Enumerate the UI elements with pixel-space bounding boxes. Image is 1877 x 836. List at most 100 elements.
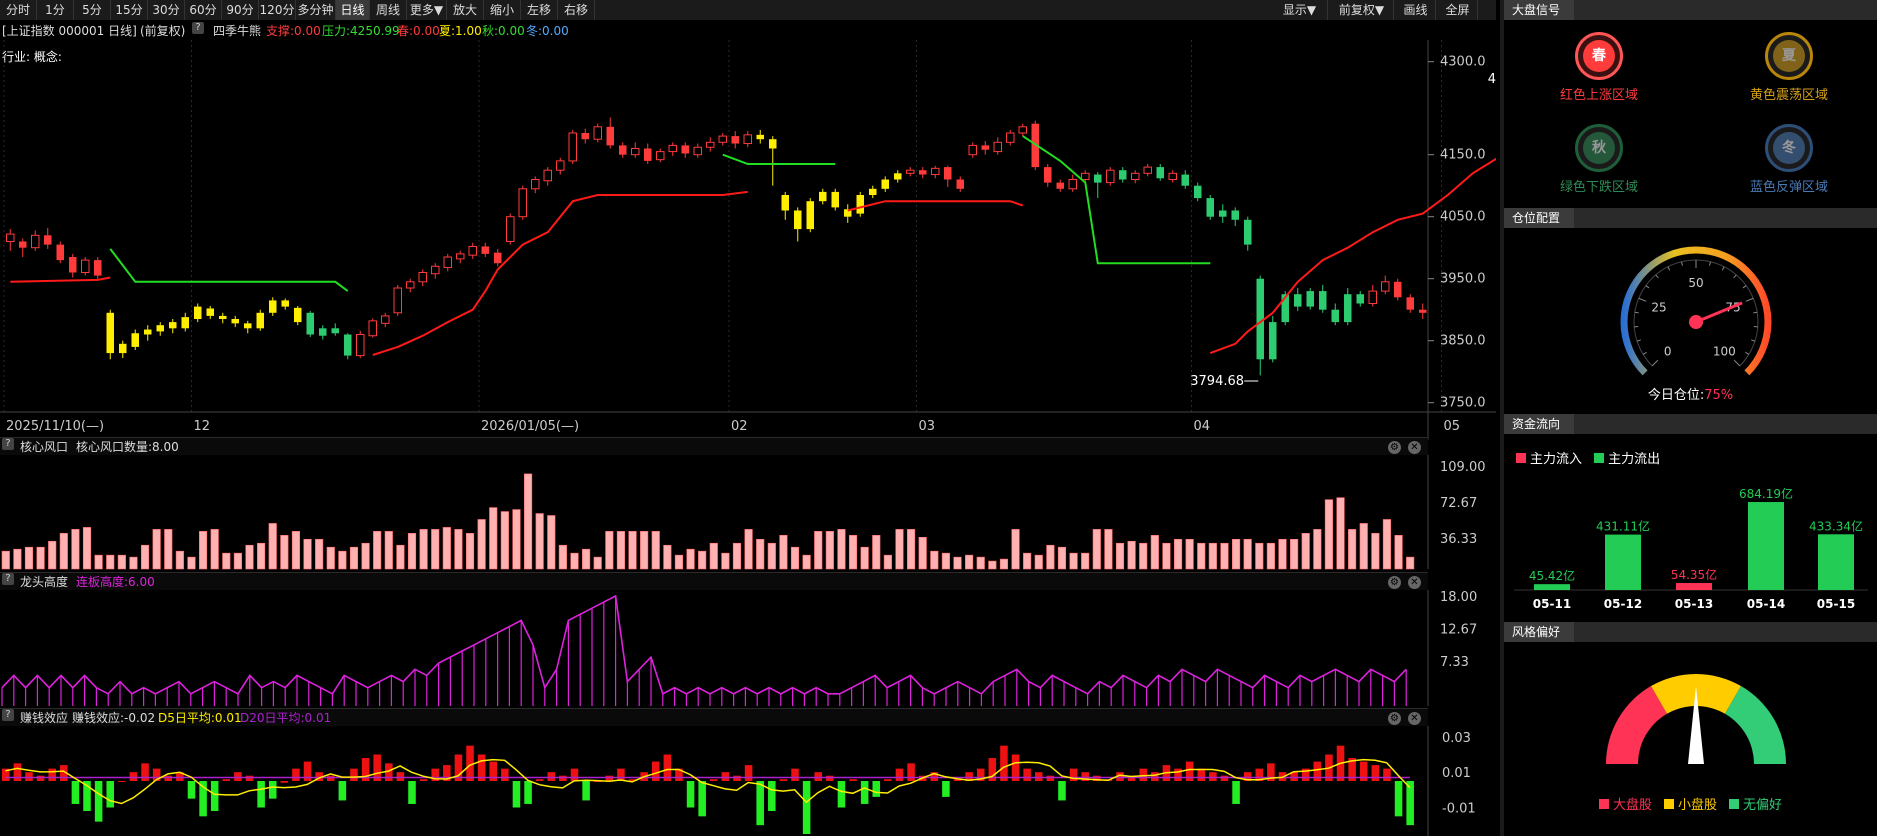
gear-icon[interactable]: ⚙ bbox=[1388, 576, 1401, 589]
style-pref-legend: 大盘股 小盘股 无偏好 bbox=[1504, 794, 1877, 813]
toolbar-right-button-0[interactable]: 显示▼ bbox=[1272, 0, 1328, 20]
period-button-13[interactable]: 缩小 bbox=[484, 0, 521, 20]
date-label: 04 bbox=[1194, 419, 1211, 434]
flow-date-label: 05-11 bbox=[1533, 597, 1571, 611]
signal-char: 夏 bbox=[1773, 40, 1805, 72]
money-effect-chart[interactable]: 0.03 0.01 -0.01 bbox=[0, 726, 1496, 836]
period-button-11[interactable]: 更多▼ bbox=[407, 0, 447, 20]
period-button-15[interactable]: 右移 bbox=[558, 0, 595, 20]
period-button-3[interactable]: 15分 bbox=[111, 0, 148, 20]
vol-bar bbox=[1127, 540, 1136, 570]
toolbar-right-button-1[interactable]: 前复权▼ bbox=[1330, 0, 1394, 20]
flow-date-label: 05-13 bbox=[1675, 597, 1713, 611]
vol-bar bbox=[326, 546, 335, 570]
vol-bar bbox=[1266, 542, 1275, 570]
gauge-tick bbox=[1681, 261, 1683, 266]
dragon-tick-label: 12.67 bbox=[1440, 623, 1477, 638]
money-bar bbox=[1406, 781, 1414, 826]
vol-bar bbox=[1336, 497, 1345, 570]
candle bbox=[506, 213, 515, 245]
candle bbox=[1119, 167, 1127, 183]
money-bar bbox=[118, 781, 126, 782]
candle bbox=[743, 131, 752, 148]
candle bbox=[294, 305, 302, 326]
money-bar bbox=[1046, 775, 1055, 781]
candle bbox=[731, 131, 739, 149]
money-bar bbox=[802, 781, 811, 834]
vol-bar bbox=[1220, 542, 1229, 570]
toolbar-right-button-3[interactable]: 全屏 bbox=[1438, 0, 1478, 20]
period-button-4[interactable]: 30分 bbox=[148, 0, 185, 20]
candle bbox=[256, 309, 264, 331]
period-button-5[interactable]: 60分 bbox=[185, 0, 222, 20]
vol-bar bbox=[1371, 533, 1380, 570]
vol-bar bbox=[268, 523, 277, 570]
position-gauge: 0255075100 bbox=[1620, 246, 1772, 376]
period-button-7[interactable]: 120分 bbox=[259, 0, 296, 20]
legend-label: 无偏好 bbox=[1743, 798, 1783, 813]
period-button-14[interactable]: 左移 bbox=[521, 0, 558, 20]
legend-out-swatch bbox=[1594, 453, 1605, 463]
autumn-value: 秋:0.00 bbox=[482, 24, 525, 38]
support-line bbox=[1209, 157, 1496, 355]
toolbar-right-button-2[interactable]: 画线 bbox=[1396, 0, 1436, 20]
money-bar bbox=[164, 775, 173, 781]
period-button-8[interactable]: 多分钟 bbox=[296, 0, 336, 20]
money-bar bbox=[338, 781, 347, 801]
pressure-line bbox=[109, 248, 349, 292]
period-button-12[interactable]: 放大 bbox=[447, 0, 484, 20]
vol-bar bbox=[1348, 529, 1357, 570]
vol-bar bbox=[872, 535, 881, 570]
close-icon[interactable]: ✕ bbox=[1408, 712, 1421, 725]
vol-bar bbox=[117, 554, 126, 570]
vol-bar-chart[interactable]: 109.00 72.67 36.33 bbox=[0, 455, 1496, 571]
vol-bar bbox=[303, 538, 312, 570]
fund-flow-chart: 45.42亿 05-11 431.11亿 05-12 54.35亿 05-13 684.19… bbox=[1514, 486, 1868, 611]
money-bar bbox=[768, 781, 776, 812]
money-bar bbox=[1151, 772, 1159, 781]
candlestick-chart[interactable]: 行业: 概念: 4300.0 4150.0 4050.0 3950.0 3850.0 375… bbox=[0, 40, 1496, 440]
candle bbox=[1394, 278, 1402, 301]
period-button-0[interactable]: 分时 bbox=[0, 0, 37, 20]
vol-bar bbox=[1394, 535, 1403, 570]
period-button-9[interactable]: 日线 bbox=[336, 0, 370, 20]
vol-bar bbox=[930, 550, 939, 570]
close-icon[interactable]: ✕ bbox=[1408, 441, 1421, 454]
period-button-2[interactable]: 5分 bbox=[74, 0, 111, 20]
price-tick-label: 4300.0 bbox=[1440, 55, 1486, 70]
position-label: 今日仓位: bbox=[1647, 388, 1705, 403]
period-button-6[interactable]: 90分 bbox=[222, 0, 259, 20]
vol-bar bbox=[686, 548, 695, 570]
money-bar bbox=[686, 781, 695, 808]
money-title: 赚钱效应 bbox=[20, 711, 69, 725]
support-line bbox=[372, 190, 748, 356]
candle bbox=[1306, 288, 1314, 310]
gauge-tick bbox=[1651, 359, 1659, 367]
support-line bbox=[10, 276, 111, 283]
vol-bar bbox=[1359, 523, 1368, 570]
candle bbox=[1143, 164, 1152, 177]
vol-bar bbox=[24, 546, 34, 570]
gear-icon[interactable]: ⚙ bbox=[1388, 712, 1401, 725]
dragon-height-chart[interactable]: 18.00 12.67 7.33 bbox=[0, 590, 1496, 708]
gauge-tick bbox=[1645, 285, 1650, 289]
period-button-1[interactable]: 1分 bbox=[37, 0, 74, 20]
candle bbox=[794, 207, 802, 242]
vol-bar bbox=[790, 546, 800, 570]
money-bar bbox=[48, 768, 56, 781]
money-bar bbox=[872, 781, 881, 797]
close-icon[interactable]: ✕ bbox=[1408, 576, 1421, 589]
money-bar bbox=[559, 775, 567, 781]
candle bbox=[656, 148, 665, 163]
candle bbox=[693, 143, 702, 158]
gear-icon[interactable]: ⚙ bbox=[1388, 441, 1401, 454]
candle bbox=[6, 229, 15, 251]
vol-bar bbox=[976, 556, 985, 570]
candle bbox=[231, 315, 239, 328]
candle bbox=[881, 176, 889, 192]
money-bar bbox=[234, 772, 242, 781]
period-button-10[interactable]: 周线 bbox=[370, 0, 407, 20]
candle bbox=[1231, 207, 1239, 226]
vol-bar bbox=[1057, 546, 1067, 570]
money-bar bbox=[408, 781, 416, 804]
